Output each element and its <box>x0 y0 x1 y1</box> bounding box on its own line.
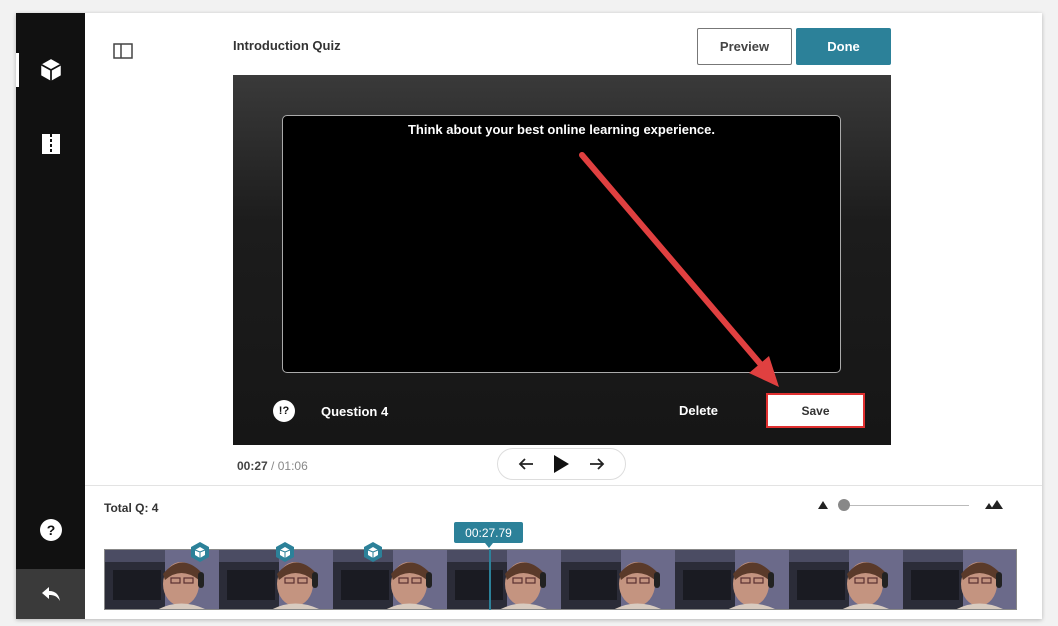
book-icon <box>41 134 60 154</box>
arrow-right-icon <box>590 458 605 470</box>
sidebar-item-questions[interactable] <box>16 47 85 93</box>
back-button[interactable] <box>16 569 85 619</box>
cube-icon <box>40 59 61 81</box>
step-back-button[interactable] <box>514 452 538 476</box>
question-text[interactable]: Think about your best online learning ex… <box>283 122 840 137</box>
playhead-time-tag: 00:27.79 <box>454 522 523 548</box>
zoom-in-button[interactable] <box>984 497 1004 515</box>
playback-controls <box>497 448 626 480</box>
question-marker-1[interactable] <box>190 541 210 563</box>
question-label: Question 4 <box>321 404 389 419</box>
sidebar: ? <box>16 13 85 619</box>
done-button[interactable]: Done <box>796 28 891 65</box>
cube-marker-icon <box>191 542 209 562</box>
back-icon <box>41 587 60 601</box>
current-time: 00:27 <box>237 459 268 473</box>
playhead[interactable] <box>489 549 491 610</box>
step-forward-button[interactable] <box>585 452 609 476</box>
save-button[interactable]: Save <box>766 393 865 428</box>
arrow-left-icon <box>518 458 533 470</box>
video-player[interactable]: Think about your best online learning ex… <box>233 75 891 445</box>
small-mountain-icon <box>818 501 828 509</box>
svg-text:?: ? <box>46 522 55 538</box>
question-type-icon: !? <box>273 400 295 422</box>
total-questions: Total Q: 4 <box>104 501 159 515</box>
sidebar-item-help[interactable]: ? <box>16 507 85 553</box>
question-marker-3[interactable] <box>363 541 383 563</box>
large-mountain-icon <box>985 500 1003 509</box>
zoom-slider-thumb[interactable] <box>838 499 850 511</box>
delete-button[interactable]: Delete <box>679 403 718 418</box>
quiz-editor: ? Introduction Quiz Preview Done Think a… <box>16 13 1042 619</box>
panel-layout-icon <box>113 43 133 59</box>
zoom-out-button[interactable] <box>817 497 829 515</box>
divider <box>85 485 1042 486</box>
play-icon <box>554 455 570 473</box>
play-button[interactable] <box>549 452 573 476</box>
sidebar-item-chapters[interactable] <box>16 121 85 167</box>
cube-marker-icon <box>364 542 382 562</box>
video-thumbnails <box>105 550 1016 609</box>
question-overlay: Think about your best online learning ex… <box>282 115 841 373</box>
zoom-slider-track[interactable] <box>840 505 969 506</box>
time-separator: / <box>271 459 275 473</box>
page-title: Introduction Quiz <box>233 38 341 53</box>
cube-marker-icon <box>276 542 294 562</box>
preview-button[interactable]: Preview <box>697 28 792 65</box>
help-icon: ? <box>39 519 62 541</box>
playback-time: 00:27 / 01:06 <box>237 459 308 473</box>
duration: 01:06 <box>277 459 308 473</box>
layout-toggle-button[interactable] <box>112 41 134 61</box>
question-marker-2[interactable] <box>275 541 295 563</box>
timeline-filmstrip[interactable] <box>104 549 1017 610</box>
